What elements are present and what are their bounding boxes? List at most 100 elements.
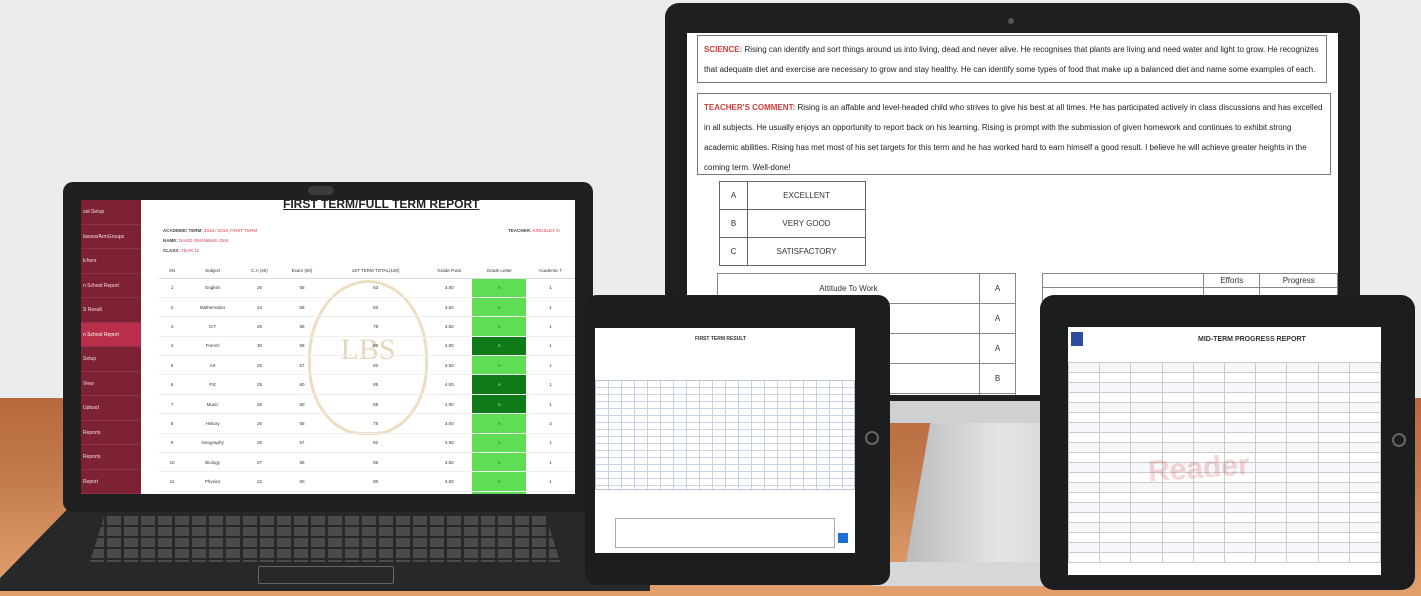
sidebar-item[interactable]: n School Report <box>81 274 141 298</box>
grade-key-label: EXCELLENT <box>747 181 866 210</box>
progress-cell <box>1068 452 1101 463</box>
sidebar-item[interactable]: Reports <box>81 445 141 470</box>
grade-key-letter: B <box>719 209 748 238</box>
progress-cell <box>1317 512 1350 523</box>
sidebar-item[interactable]: Upload <box>81 396 141 421</box>
table-row <box>1068 492 1381 503</box>
progress-cell <box>1317 412 1350 423</box>
share-icon[interactable] <box>838 533 848 543</box>
cell-sn: 12 <box>159 491 186 494</box>
cell-sn: 5 <box>159 355 186 376</box>
attitude-grade: B <box>979 363 1016 394</box>
progress-cell <box>1348 472 1381 483</box>
progress-cell <box>1255 462 1288 473</box>
progress-cell <box>1192 412 1225 423</box>
progress-cell <box>1223 512 1257 523</box>
progress-cell <box>1223 552 1257 563</box>
sidebar-item[interactable]: Reports <box>81 421 141 445</box>
progress-cell <box>1223 532 1257 543</box>
progress-cell <box>1161 502 1194 513</box>
sidebar-item[interactable]: Report <box>81 470 141 494</box>
results-table: SN Subject C.A (40) Exam (60) 1ST TERM TOTAL… <box>159 264 575 494</box>
cell-subject: Geography <box>185 433 241 454</box>
cell-ca: 25 <box>240 278 279 298</box>
name-label: NAME: <box>163 238 178 243</box>
cell-gl: A <box>472 433 526 454</box>
progress-cell <box>1317 382 1350 393</box>
cell-ca: 24 <box>240 491 279 494</box>
cell-total: 83 <box>325 297 427 318</box>
cell-ca: 28 <box>240 394 279 415</box>
column-header: SN <box>159 264 186 279</box>
sidebar-item[interactable]: Setup <box>81 347 141 372</box>
progress-cell <box>1130 372 1163 383</box>
progress-cell <box>1223 402 1257 413</box>
keyboard-rows <box>90 516 560 562</box>
cell-subject: Mathematics <box>185 297 241 318</box>
cell-ca: 25 <box>240 374 279 395</box>
progress-cell <box>1099 542 1132 553</box>
laptop-trackpad <box>258 566 394 584</box>
progress-cell <box>1286 432 1319 443</box>
cell-subject: Physics <box>185 471 241 492</box>
tablet-middle-screen: FIRST TERM RESULT <box>595 328 855 553</box>
progress-cell <box>1130 382 1163 393</box>
progress-cell <box>1192 492 1225 503</box>
sidebar-item[interactable]: lasses/ArmGroups <box>81 225 141 249</box>
progress-cell <box>1286 382 1319 393</box>
science-comment-box: SCIENCE: Rising can identify and sort th… <box>697 35 1327 83</box>
sidebar-item[interactable]: View <box>81 372 141 396</box>
cell-exam: 60 <box>278 374 326 395</box>
progress-cell <box>1068 432 1101 443</box>
tablet-home-button <box>865 431 879 445</box>
sidebar-item[interactable]: ool Setup <box>81 200 141 225</box>
table-row: 9 Geography 25 57 82 3.50 A 1 <box>159 433 575 454</box>
sidebar-item[interactable]: lchers <box>81 249 141 274</box>
cell-gp: 4.00 <box>426 374 473 395</box>
progress-cell <box>1161 362 1194 373</box>
progress-cell <box>1223 412 1257 423</box>
cell-exam: 60 <box>278 394 326 415</box>
progress-cell <box>1255 442 1288 453</box>
grade-key-table: A EXCELLENT B VERY GOOD C SATISFACTORY <box>719 181 866 266</box>
cell-at: 1 <box>525 336 575 357</box>
laptop-webcam-icon <box>308 186 334 195</box>
cell-at: 2 <box>525 413 575 434</box>
cell-subject: French <box>185 336 241 357</box>
cell-exam: 58 <box>278 316 326 337</box>
progress-cell <box>1317 362 1350 373</box>
cell-sn: 10 <box>159 452 186 473</box>
cell-exam: 58 <box>278 413 326 434</box>
progress-cell <box>1348 532 1381 543</box>
cell-gp: 3.50 <box>426 433 473 454</box>
mid-term-report-title: MID-TERM PROGRESS REPORT <box>1198 336 1306 343</box>
sidebar-item[interactable]: n School Report <box>81 322 141 347</box>
progress-cell <box>1223 362 1257 373</box>
progress-cell <box>1223 482 1257 493</box>
table-row <box>1068 382 1381 393</box>
cell-gl: A <box>472 491 526 494</box>
progress-cell <box>1286 502 1319 513</box>
progress-cell <box>1348 362 1381 373</box>
cell-total: 83 <box>325 278 427 298</box>
grade-key-label: SATISFACTORY <box>747 237 866 266</box>
sidebar-nav: ool Setup lasses/ArmGroups lchers n School … <box>81 200 141 494</box>
progress-cell <box>1348 402 1381 413</box>
progress-cell <box>1068 372 1101 383</box>
table-row: 8 History 25 58 75 3.00 A 2 <box>159 413 575 434</box>
progress-cell <box>1348 442 1381 453</box>
table-row: 11 Physics 22 60 80 3.50 A 1 <box>159 471 575 492</box>
progress-cell <box>1223 542 1257 553</box>
cell-exam: 59 <box>278 336 326 357</box>
progress-cell <box>1161 522 1194 533</box>
sidebar-item[interactable]: S Result <box>81 298 141 323</box>
progress-cell <box>1255 492 1288 503</box>
cell-sn: 1 <box>159 278 186 298</box>
table-row <box>1068 392 1381 403</box>
cell-ca: 25 <box>240 413 279 434</box>
progress-cell <box>1255 532 1288 543</box>
progress-cell <box>1068 422 1101 433</box>
progress-cell <box>1317 432 1350 443</box>
grade-key-letter: A <box>719 181 748 210</box>
progress-cell <box>1068 522 1101 533</box>
